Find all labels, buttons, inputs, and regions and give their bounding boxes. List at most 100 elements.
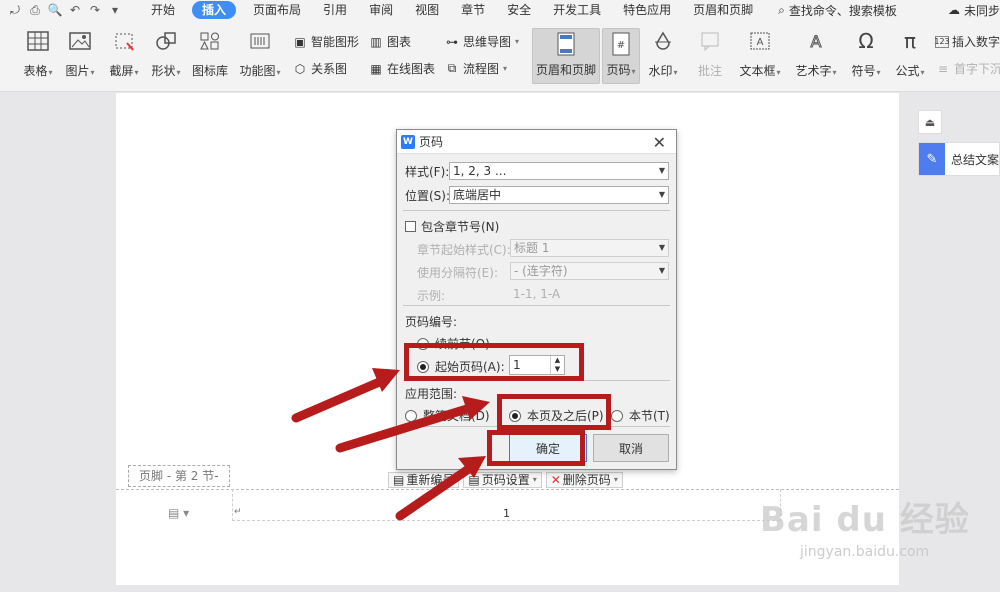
position-select[interactable]: 底端居中 ▼	[449, 186, 669, 204]
whole-document-radio[interactable]: 整篇文档(D)	[405, 407, 490, 424]
icon-library-label: 图标库	[191, 64, 228, 78]
wordart-label: 艺术字	[795, 64, 832, 78]
insert-number-button[interactable]: 123 插入数字	[934, 33, 1000, 50]
wordart-button[interactable]: A 艺术字▾	[794, 20, 838, 79]
online-chart-button[interactable]: ▦ 在线图表	[368, 60, 435, 77]
sync-status[interactable]: ☁ 未同步	[948, 0, 1000, 20]
scope-group-title: 应用范围:	[405, 387, 458, 401]
chart-icon: ▥	[370, 34, 382, 49]
comment-button[interactable]: 批注	[694, 20, 726, 79]
undo-icon[interactable]: ↶	[66, 1, 84, 19]
radio-icon	[611, 409, 623, 422]
cancel-button[interactable]: 取消	[593, 434, 669, 462]
tab-view[interactable]: 视图	[404, 0, 450, 20]
number-123-icon: 123	[934, 35, 950, 48]
command-search[interactable]: ⌕ 查找命令、搜索模板	[778, 2, 897, 19]
chapter-start-select[interactable]: 标题 1 ▼	[510, 239, 669, 257]
sync-label: 未同步	[963, 3, 1000, 18]
icon-library-icon	[197, 28, 223, 54]
relation-chart-button[interactable]: ⬡ 关系图	[292, 60, 347, 77]
numbering-group-title: 页码编号:	[405, 315, 458, 329]
footer-page-number[interactable]: 1	[503, 507, 510, 520]
tab-security[interactable]: 安全	[496, 0, 542, 20]
summary-edit-icon: ✎	[919, 143, 945, 175]
delete-page-number-button[interactable]: ✕ 删除页码 ▾	[545, 472, 623, 488]
footer-right-guide	[780, 489, 781, 521]
settings-page-icon: ▤	[468, 473, 480, 487]
tab-page-layout[interactable]: 页面布局	[242, 0, 312, 20]
section-divider	[403, 305, 670, 306]
footer-bottom-guide	[232, 520, 780, 521]
this-section-radio[interactable]: 本节(T)	[611, 407, 670, 424]
watermark-button[interactable]: 水印▾	[644, 20, 682, 79]
redo-icon[interactable]: ↷	[86, 1, 104, 19]
smart-shape-button[interactable]: ▣ 智能图形	[292, 33, 359, 50]
function-chart-button[interactable]: 功能图▾	[238, 20, 282, 79]
tab-home[interactable]: 开始	[140, 0, 186, 20]
annotation-box-ok	[487, 430, 585, 466]
table-button[interactable]: 表格▾	[20, 20, 56, 79]
checkbox-icon	[405, 221, 416, 232]
svg-text:A: A	[811, 32, 822, 51]
shape-label: 形状	[151, 64, 176, 78]
page-number-button[interactable]: # 页码▾	[602, 28, 640, 84]
tab-developer[interactable]: 开发工具	[542, 0, 612, 20]
chevron-down-icon: ▼	[658, 266, 665, 275]
shape-icon	[153, 28, 179, 54]
insert-number-label: 插入数字	[952, 35, 1000, 49]
eject-icon: ⏏	[924, 115, 936, 129]
style-select[interactable]: 1, 2, 3 ... ▼	[449, 162, 669, 180]
header-footer-button[interactable]: 页眉和页脚	[532, 28, 600, 84]
smart-shape-label: 智能图形	[311, 35, 360, 49]
mindmap-button[interactable]: ⊶ 思维导图 ▾	[444, 33, 519, 50]
position-label: 位置(S):	[405, 189, 451, 203]
picture-button[interactable]: 图片▾	[62, 20, 98, 79]
chart-button[interactable]: ▥ 图表	[368, 33, 411, 50]
table-icon	[25, 28, 51, 54]
style-label: 样式(F):	[405, 165, 450, 179]
tab-review[interactable]: 审阅	[358, 0, 404, 20]
print-icon[interactable]: ⎙	[26, 1, 44, 19]
flowchart-icon: ⧉	[447, 61, 457, 75]
close-icon[interactable]: ✕	[653, 133, 666, 152]
command-search-label: 查找命令、搜索模板	[788, 3, 897, 18]
shape-button[interactable]: 形状▾	[148, 20, 184, 79]
quick-access: ⤾ ⎙ 🔍 ↶ ↷ ▾	[0, 1, 140, 19]
footer-options-icon[interactable]: ▤ ▾	[168, 506, 189, 520]
icon-library-button[interactable]: 图标库	[190, 20, 230, 79]
formula-button[interactable]: π 公式▾	[892, 20, 928, 79]
whole-document-label: 整篇文档(D)	[423, 409, 490, 423]
separator-select[interactable]: - (连字符) ▼	[510, 262, 669, 280]
flowchart-button[interactable]: ⧉ 流程图 ▾	[444, 60, 507, 77]
tab-chapter[interactable]: 章节	[450, 0, 496, 20]
tab-references[interactable]: 引用	[312, 0, 358, 20]
smart-shape-icon: ▣	[294, 34, 306, 49]
symbol-button[interactable]: Ω 符号▾	[848, 20, 884, 79]
drop-cap-button[interactable]: ≡ 首字下沉	[935, 60, 1000, 77]
side-panel-collapse-button[interactable]: ⏏	[918, 110, 942, 134]
more-icon[interactable]: ▾	[106, 1, 124, 19]
screenshot-button[interactable]: 截屏▾	[106, 20, 142, 79]
radio-icon	[405, 409, 417, 422]
cloud-icon: ☁	[947, 3, 960, 17]
footer-toolbar: ▤ 重新编号 ▤ 页码设置 ▾ ✕ 删除页码 ▾	[388, 472, 623, 488]
delete-icon: ✕	[550, 473, 561, 487]
page-number-settings-label: 页码设置	[481, 473, 530, 487]
page-number-label: 页码	[606, 63, 631, 77]
tab-header-footer[interactable]: 页眉和页脚	[682, 0, 764, 20]
print-preview-icon[interactable]: 🔍	[46, 1, 64, 19]
tab-insert[interactable]: 插入	[192, 1, 237, 19]
summary-copy-button[interactable]: ✎ 总结文案	[918, 142, 1000, 176]
restore-icon[interactable]: ⤾	[6, 1, 24, 19]
include-chapter-checkbox[interactable]: 包含章节号(N)	[405, 218, 499, 235]
page-number-settings-button[interactable]: ▤ 页码设置 ▾	[463, 472, 542, 488]
renumber-button[interactable]: ▤ 重新编号	[388, 472, 460, 488]
chart-label: 图表	[387, 35, 412, 49]
textbox-button[interactable]: A 文本框▾	[738, 20, 782, 79]
tab-special[interactable]: 特色应用	[612, 0, 682, 20]
example-value: 1-1, 1-A	[513, 287, 561, 301]
relation-chart-label: 关系图	[311, 62, 348, 76]
screenshot-icon	[111, 28, 137, 54]
picture-icon	[67, 28, 93, 54]
watermark-label: 水印	[648, 64, 673, 78]
